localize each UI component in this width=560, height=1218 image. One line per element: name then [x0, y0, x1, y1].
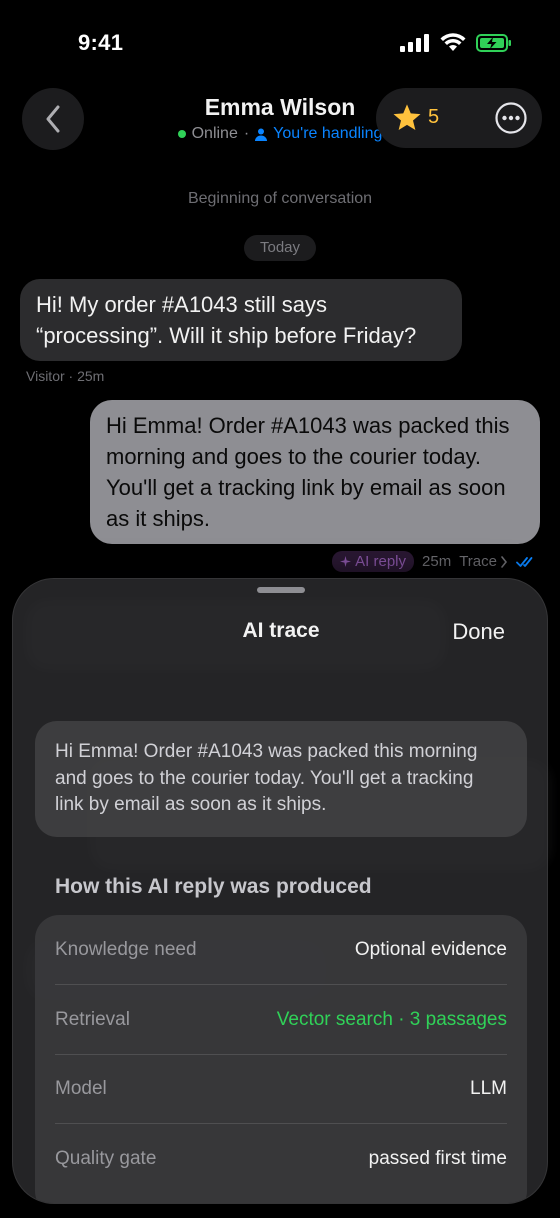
star-icon: [393, 104, 421, 130]
trace-row-retrieval: Retrieval Vector search · 3 passages: [55, 985, 507, 1055]
trace-row-knowledge-need: Knowledge need Optional evidence: [55, 915, 507, 985]
trace-row-value: LLM: [470, 1078, 507, 1099]
back-button[interactable]: [22, 88, 84, 150]
section-title: How this AI reply was produced: [55, 875, 372, 898]
trace-row-quality-gate: Quality gate passed first time: [55, 1124, 507, 1194]
done-button[interactable]: Done: [452, 619, 505, 645]
trace-row-value: Vector search · 3 passages: [276, 1009, 507, 1030]
trace-row-value: passed first time: [368, 1148, 507, 1169]
ai-reply-badge: AI reply: [332, 551, 415, 572]
handling-status: You're handling: [255, 125, 382, 143]
trace-row-label: Retrieval: [55, 1009, 130, 1030]
chevron-left-icon: [46, 105, 60, 133]
chat-header: Emma Wilson Online · You're handling 5: [0, 86, 560, 152]
status-time: 9:41: [78, 30, 124, 55]
ai-reply-label: AI reply: [355, 553, 407, 570]
day-separator: Today: [244, 235, 316, 261]
outgoing-message-meta: AI reply 25m Trace: [332, 551, 536, 572]
chevron-right-icon: [501, 555, 508, 568]
incoming-message-bubble[interactable]: Hi! My order #A1043 still says “processi…: [20, 279, 462, 361]
incoming-message-meta: Visitor · 25m: [26, 368, 105, 384]
handling-label: You're handling: [273, 125, 383, 142]
online-indicator: [177, 130, 186, 138]
wifi-icon: [440, 33, 466, 51]
trace-link[interactable]: Trace: [459, 553, 508, 570]
sheet-grabber[interactable]: [257, 587, 305, 593]
ai-trace-sheet: AI trace Done Hi Emma! Order #A1043 was …: [12, 578, 548, 1204]
status-separator: ·: [243, 125, 250, 142]
trace-row-value: Optional evidence: [354, 939, 507, 960]
status-icons: [400, 33, 512, 52]
rating-count: 5: [428, 106, 440, 128]
trace-details-list: Knowledge need Optional evidence Retriev…: [35, 915, 527, 1203]
trace-link-label: Trace: [459, 553, 497, 570]
battery-charging-icon: [476, 33, 511, 52]
header-actions: 5: [376, 88, 542, 148]
reply-preview: Hi Emma! Order #A1043 was packed this mo…: [35, 721, 527, 837]
double-check-icon: [516, 556, 533, 567]
trace-row-label: Knowledge need: [55, 939, 197, 960]
rating-button[interactable]: 5: [392, 103, 439, 132]
trace-row-model: Model LLM: [55, 1054, 507, 1124]
outgoing-message-bubble[interactable]: Hi Emma! Order #A1043 was packed this mo…: [90, 400, 540, 544]
presence-label: Online: [191, 125, 238, 142]
person-icon: [255, 128, 268, 141]
status-bar: 9:41: [0, 0, 560, 80]
more-options-button[interactable]: [494, 101, 528, 135]
trace-row-label: Quality gate: [55, 1148, 157, 1169]
trace-row-label: Model: [55, 1078, 107, 1099]
sparkle-icon: [340, 556, 352, 567]
message-time: 25m: [422, 553, 452, 570]
cellular-signal-icon: [400, 33, 429, 52]
ellipsis-circle-icon: [495, 102, 527, 134]
conversation-start-label: Beginning of conversation: [187, 190, 373, 207]
